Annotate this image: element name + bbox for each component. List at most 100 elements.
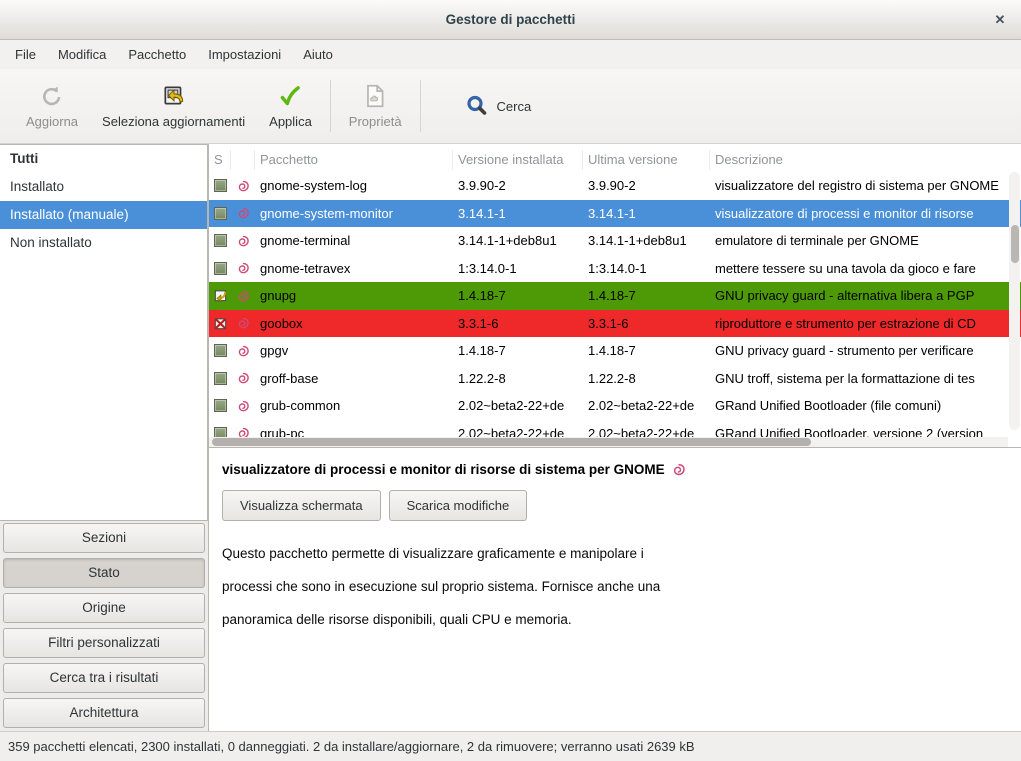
architecture-button[interactable]: Architettura	[3, 698, 205, 728]
table-row[interactable]: gnome-system-monitor 3.14.1-1 3.14.1-1 v…	[209, 200, 1021, 228]
menu-pacchetto[interactable]: Pacchetto	[117, 42, 197, 67]
search-results-button[interactable]: Cerca tra i risultati	[3, 663, 205, 693]
synaptic-window: Gestore di pacchetti ✕ File Modifica Pac…	[0, 0, 1021, 761]
window-title: Gestore di pacchetti	[0, 12, 1021, 27]
latest-version: 1.4.18-7	[583, 288, 710, 303]
apply-button[interactable]: Applica	[257, 79, 324, 133]
installed-checkbox-icon	[214, 399, 227, 412]
package-name: groff-base	[255, 371, 453, 386]
debian-swirl-icon	[231, 316, 255, 330]
origin-button[interactable]: Origine	[3, 593, 205, 623]
details-pane: visualizzatore di processi e monitor di …	[209, 447, 1021, 731]
table-row[interactable]: gnome-terminal 3.14.1-1+deb8u1 3.14.1-1+…	[209, 227, 1021, 255]
apply-label: Applica	[269, 114, 312, 129]
status-button[interactable]: Stato	[3, 558, 205, 588]
package-name: grub-common	[255, 398, 453, 413]
header-status[interactable]: S	[209, 150, 231, 170]
header-latest-version[interactable]: Ultima versione	[583, 150, 710, 170]
apply-check-icon	[277, 83, 303, 109]
reinstall-marker-icon	[213, 288, 228, 303]
package-table: S Pacchetto Versione installata Ultima v…	[209, 144, 1021, 447]
installed-version: 1:3.14.0-1	[453, 261, 583, 276]
statusbar-text: 359 pacchetti elencati, 2300 installati,…	[8, 739, 695, 754]
installed-version: 1.22.2-8	[453, 371, 583, 386]
package-status-cell	[209, 262, 231, 275]
table-row[interactable]: gnome-system-log 3.9.90-2 3.9.90-2 visua…	[209, 172, 1021, 200]
package-name: gnome-system-monitor	[255, 206, 453, 221]
close-icon[interactable]: ✕	[991, 11, 1009, 29]
titlebar[interactable]: Gestore di pacchetti ✕	[0, 0, 1021, 40]
package-name: goobox	[255, 316, 453, 331]
filter-item-installato-manuale[interactable]: Installato (manuale)	[0, 201, 207, 229]
package-status-cell	[209, 344, 231, 357]
details-title: visualizzatore di processi e monitor di …	[222, 462, 665, 477]
installed-version: 1.4.18-7	[453, 343, 583, 358]
installed-checkbox-icon	[214, 427, 227, 437]
table-row[interactable]: gpgv 1.4.18-7 1.4.18-7 GNU privacy guard…	[209, 337, 1021, 365]
properties-button[interactable]: Proprietà	[337, 79, 414, 133]
vertical-scrollbar[interactable]	[1009, 172, 1020, 430]
table-row[interactable]: gnome-tetravex 1:3.14.0-1 1:3.14.0-1 met…	[209, 255, 1021, 283]
package-status-cell	[209, 288, 231, 303]
reload-button[interactable]: Aggiorna	[14, 79, 90, 133]
package-description: emulatore di terminale per GNOME	[710, 233, 1021, 248]
menu-file[interactable]: File	[4, 42, 47, 67]
table-row[interactable]: gnupg 1.4.18-7 1.4.18-7 GNU privacy guar…	[209, 282, 1021, 310]
properties-icon	[362, 83, 388, 109]
package-name: grub-pc	[255, 426, 453, 437]
menu-aiuto[interactable]: Aiuto	[292, 42, 344, 67]
table-row[interactable]: goobox 3.3.1-6 3.3.1-6 riproduttore e st…	[209, 310, 1021, 338]
table-row[interactable]: grub-common 2.02~beta2-22+de 2.02~beta2-…	[209, 392, 1021, 420]
statusbar: 359 pacchetti elencati, 2300 installati,…	[0, 731, 1021, 761]
filter-item-non-installato[interactable]: Non installato	[0, 229, 207, 257]
package-status-cell	[209, 372, 231, 385]
mark-upgrades-label: Seleziona aggiornamenti	[102, 114, 245, 129]
debian-swirl-icon	[231, 426, 255, 437]
debian-swirl-icon	[671, 462, 686, 477]
debian-swirl-icon	[231, 206, 255, 220]
installed-checkbox-icon	[214, 372, 227, 385]
details-buttons: Visualizza schermata Scarica modifiche	[222, 490, 1021, 521]
vertical-scrollbar-thumb[interactable]	[1011, 225, 1019, 263]
installed-version: 3.3.1-6	[453, 316, 583, 331]
details-description: Questo pacchetto permette di visualizzar…	[222, 537, 1021, 636]
filter-list: Tutti Installato Installato (manuale) No…	[0, 144, 208, 521]
package-description: GRand Unified Bootloader (file comuni)	[710, 398, 1021, 413]
horizontal-scrollbar[interactable]	[209, 437, 1008, 447]
installed-checkbox-icon	[214, 234, 227, 247]
get-changelog-button[interactable]: Scarica modifiche	[389, 490, 528, 521]
package-description: visualizzatore di processi e monitor di …	[710, 206, 1021, 221]
search-button[interactable]: Cerca	[451, 86, 546, 126]
package-description: GRand Unified Bootloader, versione 2 (ve…	[710, 426, 1021, 437]
debian-swirl-icon	[231, 344, 255, 358]
horizontal-scrollbar-thumb[interactable]	[212, 438, 811, 446]
custom-filters-button[interactable]: Filtri personalizzati	[3, 628, 205, 658]
package-status-cell	[209, 207, 231, 220]
table-row[interactable]: grub-pc 2.02~beta2-22+de 2.02~beta2-22+d…	[209, 420, 1021, 438]
menu-modifica[interactable]: Modifica	[47, 42, 117, 67]
table-row[interactable]: groff-base 1.22.2-8 1.22.2-8 GNU troff, …	[209, 365, 1021, 393]
latest-version: 1:3.14.0-1	[583, 261, 710, 276]
toolbar: Aggiorna Seleziona aggiornamenti Applica	[0, 69, 1021, 144]
header-installed-version[interactable]: Versione installata	[453, 150, 583, 170]
header-description[interactable]: Descrizione	[710, 150, 1021, 170]
filter-item-installato[interactable]: Installato	[0, 173, 207, 201]
filter-item-tutti[interactable]: Tutti	[0, 145, 207, 173]
get-screenshot-button[interactable]: Visualizza schermata	[222, 490, 381, 521]
package-name: gnome-terminal	[255, 233, 453, 248]
toolbar-separator	[420, 80, 421, 132]
mark-all-upgrades-button[interactable]: Seleziona aggiornamenti	[90, 79, 257, 133]
latest-version: 2.02~beta2-22+de	[583, 398, 710, 413]
debian-swirl-icon	[231, 289, 255, 303]
installed-checkbox-icon	[214, 344, 227, 357]
debian-swirl-icon	[231, 234, 255, 248]
filter-buttons: Sezioni Stato Origine Filtri personalizz…	[0, 521, 208, 731]
header-origin[interactable]	[231, 150, 255, 170]
header-package[interactable]: Pacchetto	[255, 150, 453, 170]
sections-button[interactable]: Sezioni	[3, 523, 205, 553]
package-description: GNU troff, sistema per la formattazione …	[710, 371, 1021, 386]
menu-impostazioni[interactable]: Impostazioni	[197, 42, 292, 67]
installed-checkbox-icon	[214, 179, 227, 192]
latest-version: 3.3.1-6	[583, 316, 710, 331]
installed-version: 2.02~beta2-22+de	[453, 398, 583, 413]
